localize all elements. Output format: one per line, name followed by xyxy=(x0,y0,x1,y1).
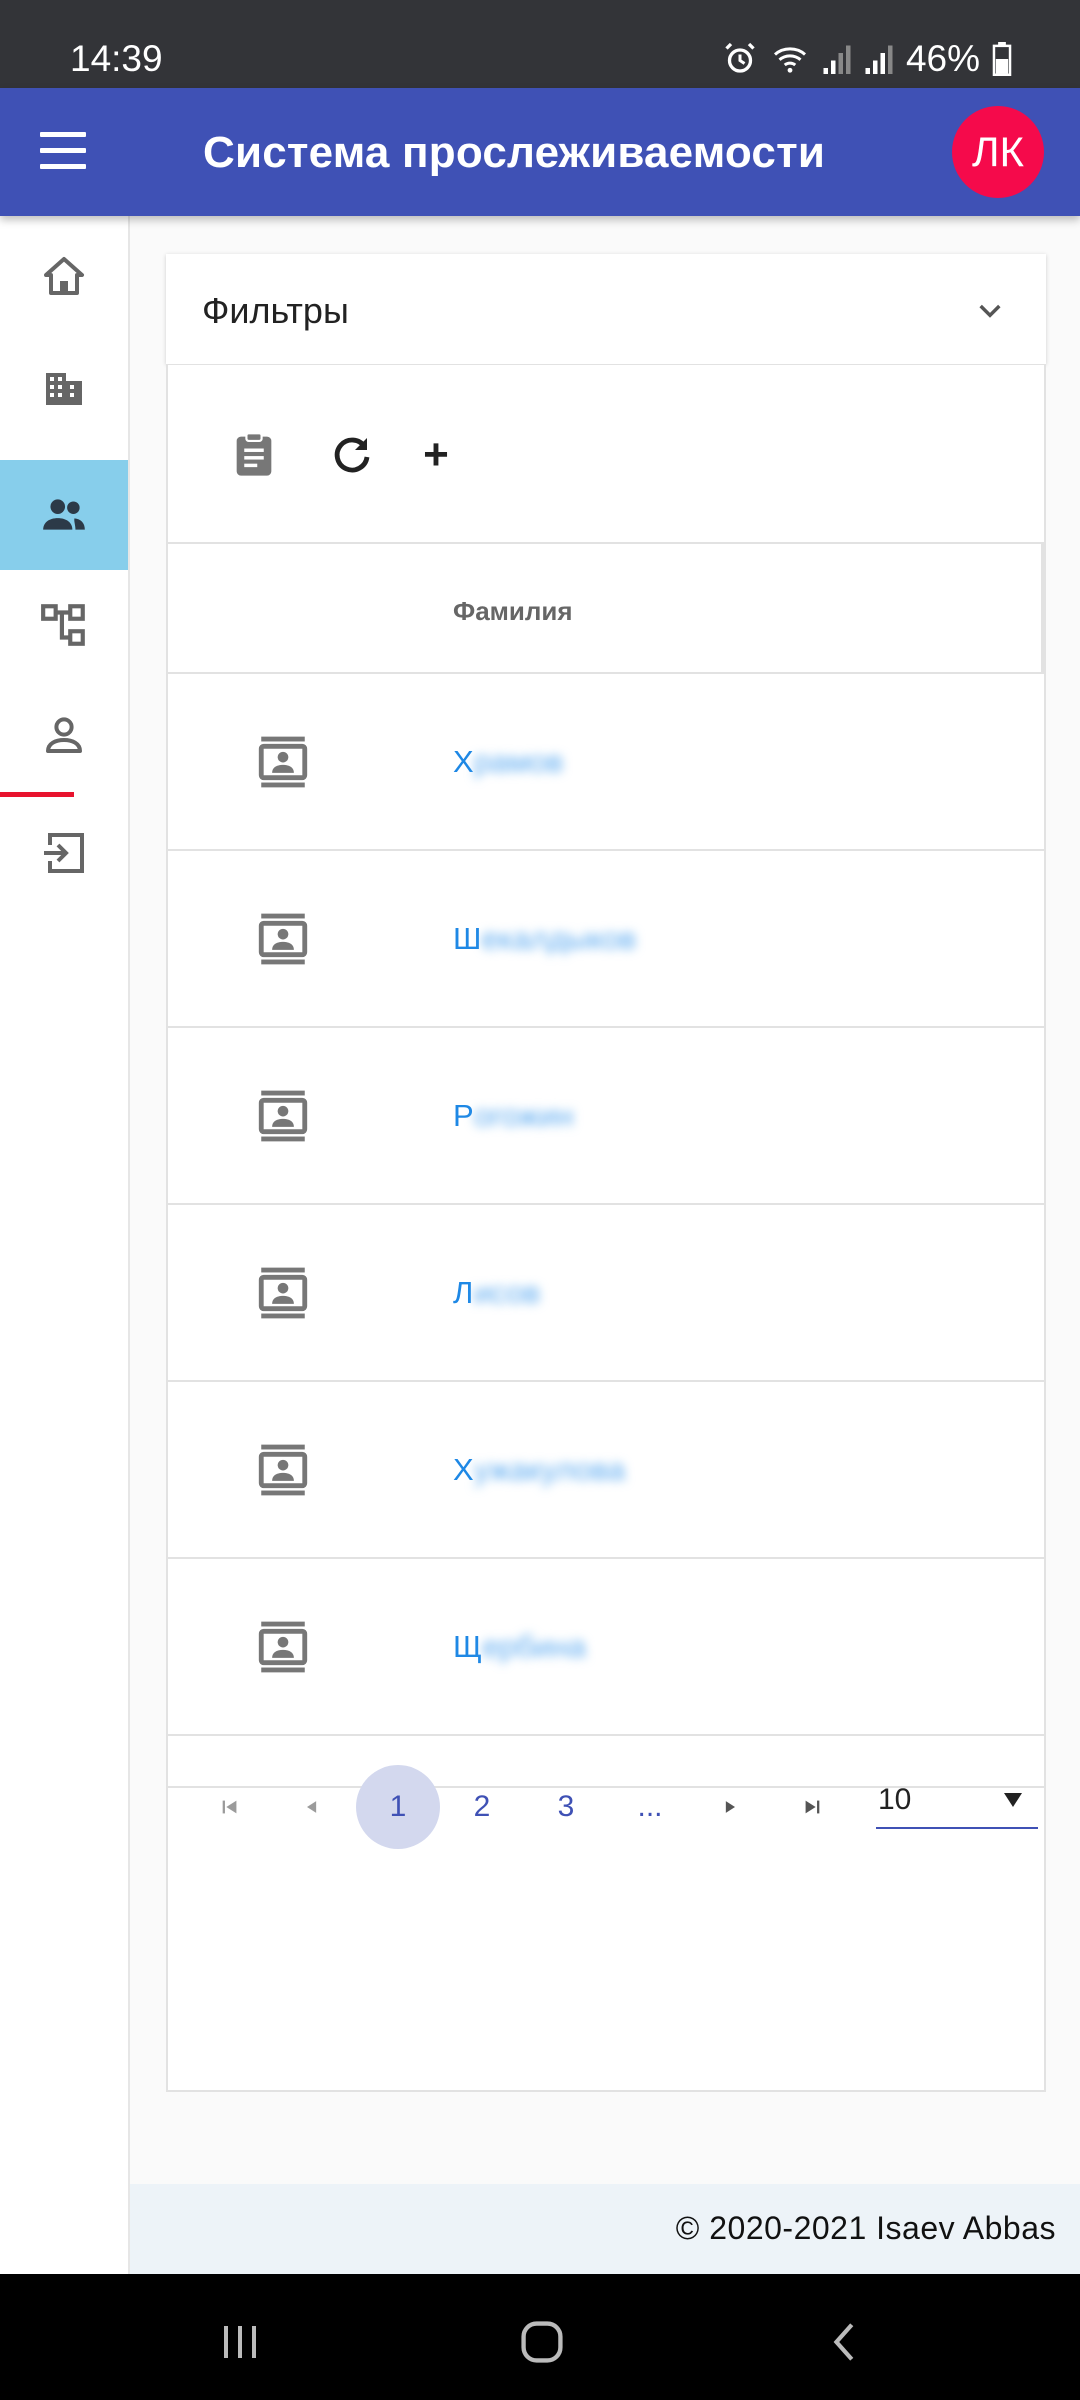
sidebar-item-hierarchy[interactable] xyxy=(0,570,128,680)
contact-card-icon[interactable] xyxy=(254,1440,312,1500)
copyright: © 2020-2021 Isaev Abbas xyxy=(675,2210,1056,2246)
sidebar-item-profile[interactable] xyxy=(0,680,128,790)
active-indicator xyxy=(0,792,74,797)
table-row[interactable]: Шекалдыков xyxy=(168,851,1044,1028)
contact-card-icon[interactable] xyxy=(254,1617,312,1677)
table-toolbar: + xyxy=(168,365,1044,542)
contact-card-icon[interactable] xyxy=(254,1086,312,1146)
system-nav-bar xyxy=(0,2274,1080,2400)
first-page-button[interactable] xyxy=(188,1765,272,1849)
first-page-icon xyxy=(222,1800,237,1814)
surname-link[interactable]: Щербина xyxy=(453,1629,586,1665)
surname-link[interactable]: Шекалдыков xyxy=(453,921,636,957)
home-icon xyxy=(44,257,84,295)
battery-percent: 46% xyxy=(905,38,980,79)
menu-icon xyxy=(40,132,86,137)
back-icon xyxy=(833,2323,854,2361)
table-body: Храмов Шекалдыков Рогожин Лисов Хужакуло… xyxy=(168,674,1044,1788)
back-button[interactable] xyxy=(816,2312,876,2372)
table-row[interactable]: Храмов xyxy=(168,674,1044,851)
table-row[interactable]: Хужакулова xyxy=(168,1382,1044,1559)
people-table: + Фамилия Храмов Шекалдыков Рогожин Лисо… xyxy=(166,364,1046,2092)
home-circle-icon xyxy=(521,2321,563,2363)
page-size-select[interactable]: 10 xyxy=(876,1767,1038,1829)
main-content: Фильтры + Фамилия Храмов Шекалдыков Рого… xyxy=(130,216,1080,2184)
app-title: Система прослеживаемости xyxy=(203,128,826,177)
status-bar: 14:39 46% xyxy=(0,0,1080,88)
footer: © 2020-2021 Isaev Abbas xyxy=(130,2184,1080,2274)
surname-link[interactable]: Рогожин xyxy=(453,1098,574,1134)
filters-label: Фильтры xyxy=(202,290,349,331)
signal-icon-1 xyxy=(823,45,851,74)
table-header: Фамилия xyxy=(168,542,1044,674)
last-page-icon xyxy=(805,1800,820,1814)
add-button[interactable]: + xyxy=(408,427,464,483)
prev-page-icon xyxy=(307,1801,317,1813)
table-row[interactable]: Лисов xyxy=(168,1205,1044,1382)
pagination: 1 2 3 ... 10 xyxy=(168,1755,1044,1849)
alarm-icon xyxy=(725,42,755,73)
column-header-surname[interactable]: Фамилия xyxy=(453,596,573,627)
surname-link[interactable]: Лисов xyxy=(453,1275,540,1311)
page-ellipsis[interactable]: ... xyxy=(608,1765,692,1849)
next-page-icon xyxy=(725,1801,735,1813)
page-size-value: 10 xyxy=(878,1783,912,1816)
recents-button[interactable] xyxy=(210,2312,270,2372)
dropdown-arrow-icon xyxy=(1004,1793,1022,1807)
contact-card-icon[interactable] xyxy=(254,732,312,792)
sidebar-item-home[interactable] xyxy=(0,222,128,332)
next-page-button[interactable] xyxy=(688,1765,772,1849)
chevron-down-icon[interactable] xyxy=(974,294,1006,326)
sidebar xyxy=(0,216,130,2274)
table-row[interactable]: Щербина xyxy=(168,1559,1044,1736)
report-button[interactable] xyxy=(226,427,282,483)
logout-icon xyxy=(44,833,84,873)
refresh-button[interactable] xyxy=(324,427,380,483)
battery-icon xyxy=(992,42,1012,76)
wifi-icon xyxy=(773,47,806,73)
signal-icon-2 xyxy=(865,45,893,74)
clipboard-icon xyxy=(236,432,272,476)
home-button[interactable] xyxy=(512,2312,572,2372)
last-page-button[interactable] xyxy=(770,1765,854,1849)
page-button-3[interactable]: 3 xyxy=(524,1765,608,1849)
sidebar-item-buildings[interactable] xyxy=(0,332,128,442)
status-time: 14:39 xyxy=(70,38,163,79)
menu-button[interactable] xyxy=(40,132,86,172)
recents-icon xyxy=(224,2326,256,2358)
people-icon xyxy=(43,499,85,530)
building-icon xyxy=(46,373,82,405)
contact-card-icon[interactable] xyxy=(254,1263,312,1323)
surname-link[interactable]: Храмов xyxy=(453,744,563,780)
person-icon xyxy=(46,717,82,753)
sidebar-item-logout[interactable] xyxy=(0,798,128,908)
app-bar: Система прослеживаемости ЛК xyxy=(0,88,1080,216)
hierarchy-icon xyxy=(41,604,85,646)
refresh-icon xyxy=(334,437,370,473)
surname-link[interactable]: Хужакулова xyxy=(453,1452,625,1488)
page-button-2[interactable]: 2 xyxy=(440,1765,524,1849)
status-icons: 46% xyxy=(722,38,1012,80)
table-row[interactable]: Рогожин xyxy=(168,1028,1044,1205)
avatar[interactable]: ЛК xyxy=(952,106,1044,198)
sidebar-item-people[interactable] xyxy=(0,460,128,570)
contact-card-icon[interactable] xyxy=(254,909,312,969)
filters-panel[interactable]: Фильтры xyxy=(166,254,1046,364)
prev-page-button[interactable] xyxy=(270,1765,354,1849)
page-button-1[interactable]: 1 xyxy=(356,1765,440,1849)
